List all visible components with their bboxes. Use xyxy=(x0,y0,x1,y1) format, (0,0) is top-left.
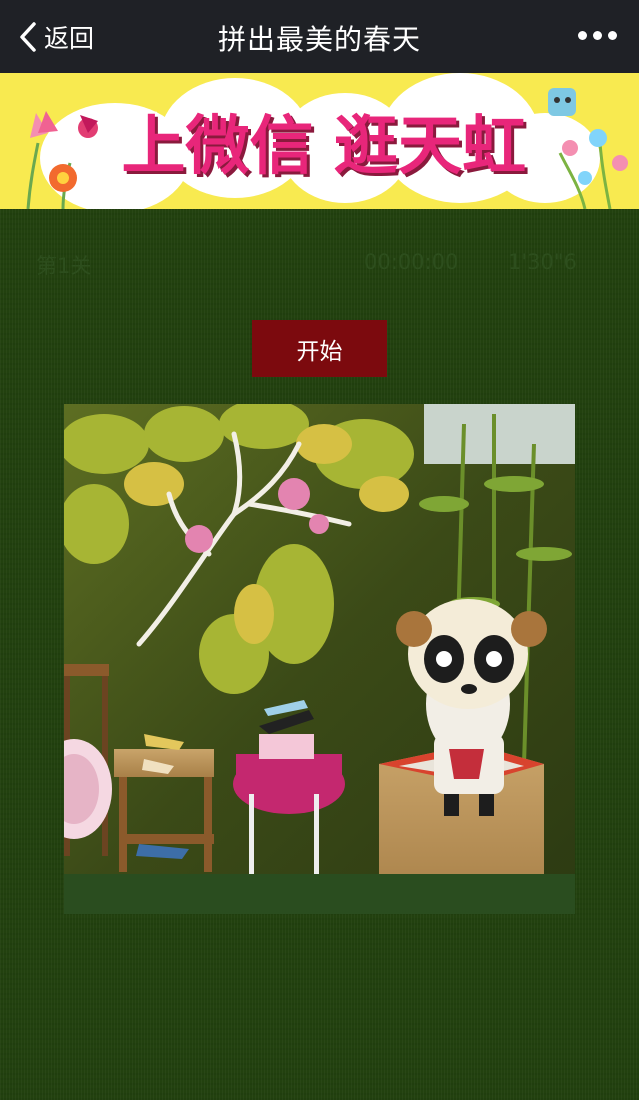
more-dots-icon[interactable] xyxy=(578,31,617,40)
puzzle-scene xyxy=(64,404,575,914)
flower-left-icon xyxy=(26,111,98,209)
start-button[interactable]: 开始 xyxy=(252,320,387,377)
promo-banner[interactable]: 上微信 逛天虹 xyxy=(0,73,639,209)
banner-title-right: 逛天虹 xyxy=(334,110,526,184)
level-label: 第1关 xyxy=(36,254,92,278)
banner-title-left: 上微信 xyxy=(121,110,314,184)
flower-right-icon xyxy=(548,88,628,209)
puzzle-image[interactable] xyxy=(64,404,575,914)
best-time: 1'30"6 xyxy=(508,250,577,274)
timer-display: 00:00:00 xyxy=(364,250,459,274)
page-title: 拼出最美的春天 xyxy=(217,23,421,56)
top-nav-bar: 返回 拼出最美的春天 xyxy=(0,0,639,73)
